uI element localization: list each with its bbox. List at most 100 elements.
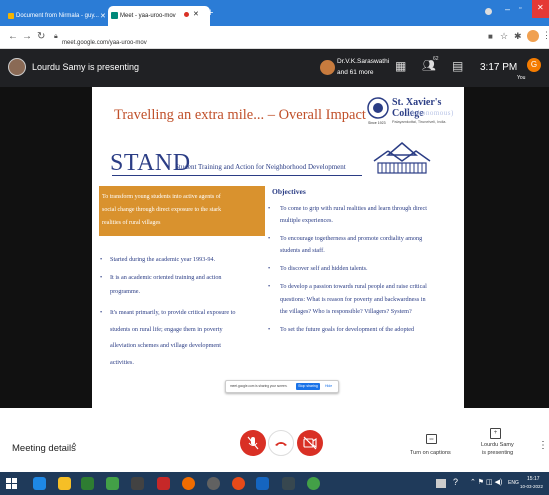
taskbar-date[interactable]: 10-03-2022 — [520, 484, 543, 489]
presenting-label-line1: Lourdu Samy — [481, 442, 514, 448]
presenter-label: Lourdu Samy is presenting — [32, 62, 140, 72]
minimize-icon[interactable]: – — [505, 4, 510, 14]
meet-header: Lourdu Samy is presenting Dr.V.K.Saraswa… — [0, 49, 549, 87]
meeting-controls-bar: Meeting details ^ cc Turn on captions + … — [0, 408, 549, 472]
bullet-line: It's meant primarily, to provide critica… — [110, 309, 236, 316]
meet-icon — [111, 12, 118, 19]
camera-toggle-button[interactable] — [297, 430, 323, 456]
hangup-button[interactable] — [268, 430, 294, 456]
mic-off-icon — [247, 436, 259, 450]
bullet-line: activities. — [110, 358, 134, 366]
list-item: • To set the future goals for developmen… — [268, 324, 460, 336]
list-item: • It is an academic oriented training an… — [100, 271, 270, 299]
back-icon[interactable]: ← — [8, 31, 18, 42]
language-indicator[interactable]: ENG — [508, 480, 519, 486]
forward-icon[interactable]: → — [22, 31, 32, 42]
doc-icon — [8, 13, 14, 19]
captions-icon[interactable]: cc — [426, 434, 437, 444]
self-avatar: G — [527, 58, 541, 72]
college-sub: (Autonomous) — [407, 109, 454, 117]
close-tab-icon[interactable]: ✕ — [100, 12, 106, 20]
app-icon[interactable] — [131, 477, 144, 490]
objective-line: To discover self and hidden talents. — [280, 265, 368, 272]
url-text[interactable]: meet.google.com/yaa-uroo-mov — [62, 40, 147, 46]
keyboard-icon[interactable] — [436, 479, 446, 488]
present-icon[interactable]: + — [490, 428, 501, 439]
college-place: Palayamkottai, Tirunelveli, India. — [392, 120, 447, 124]
list-item: • It's meant primarily, to provide criti… — [100, 305, 270, 371]
stand-underline — [112, 175, 362, 176]
list-item: • To encourage togetherness and promote … — [268, 233, 460, 257]
list-item: • To discover self and hidden talents. — [268, 263, 460, 275]
bullet-line: It is an academic oriented training and … — [110, 274, 222, 281]
tray-icons[interactable]: ⌃ ⚑ ◫ ◀) — [470, 478, 502, 486]
help-icon[interactable]: ? — [453, 477, 458, 487]
village-logo-icon — [373, 142, 431, 174]
meeting-details-label[interactable]: Meeting details — [12, 443, 76, 454]
reload-icon[interactable]: ↻ — [37, 31, 45, 42]
hide-notice-button[interactable]: Hide — [325, 384, 332, 388]
participant-count-badge: 62 — [433, 56, 439, 62]
bullet-line: alleviation schemes and village developm… — [110, 342, 221, 349]
stand-expansion: Student Training and Action for Neighbor… — [175, 163, 346, 171]
list-item: • Started during the academic year 1993-… — [100, 255, 270, 265]
chrome-icon[interactable] — [307, 477, 320, 490]
clock-time: 3:17 PM — [480, 62, 518, 73]
close-meet-tab-icon[interactable]: ✕ — [193, 10, 199, 18]
objective-line: To develop a passion towards rural peopl… — [280, 283, 427, 290]
star-icon[interactable]: ☆ — [500, 31, 508, 42]
mission-highlight-box: To transform young students into active … — [99, 186, 265, 236]
folder-icon[interactable] — [58, 477, 71, 490]
extensions-icon[interactable]: ✱ — [514, 31, 522, 42]
presenting-label-line2: is presenting — [482, 450, 514, 456]
taskbar-time[interactable]: 15:17 — [527, 476, 540, 482]
chat-icon[interactable]: ▤ — [452, 59, 463, 73]
chevron-up-icon[interactable]: ^ — [72, 441, 76, 451]
objective-line: To come to grip with rural realities and… — [280, 205, 427, 212]
college-crest-icon — [367, 97, 389, 119]
word-icon[interactable] — [256, 477, 269, 490]
bullet-line: Started during the academic year 1993-94… — [110, 256, 216, 263]
screen-share-notice: meet.google.com is sharing your screen. … — [225, 380, 339, 393]
app-icon[interactable] — [81, 477, 94, 490]
maximize-icon[interactable]: ▫ — [519, 5, 521, 12]
hangup-icon — [275, 442, 287, 446]
stop-sharing-button[interactable]: Stop sharing — [296, 383, 320, 390]
camera-site-icon[interactable]: ■ — [488, 32, 493, 41]
bullet-line: students on rural life; engage them in p… — [110, 325, 223, 333]
slide-title: Travelling an extra mile... – Overall Im… — [114, 107, 366, 123]
shared-slide: Travelling an extra mile... – Overall Im… — [92, 87, 464, 408]
objective-line: multiple experiences. — [280, 217, 333, 224]
new-tab-icon[interactable]: + — [207, 7, 213, 19]
participants-label-line2: and 61 more — [337, 69, 374, 76]
app-icon[interactable] — [232, 477, 245, 490]
menu-icon[interactable]: ⋮ — [542, 30, 549, 41]
mic-toggle-button[interactable] — [240, 430, 266, 456]
edge-icon[interactable] — [33, 477, 46, 490]
app-icon[interactable] — [282, 477, 295, 490]
share-notice-text: meet.google.com is sharing your screen. — [230, 384, 288, 388]
objective-line: the villages? Who is responsible? Villag… — [280, 308, 412, 315]
app-icon[interactable] — [157, 477, 170, 490]
layout-grid-icon[interactable]: ▦ — [395, 59, 406, 73]
lock-icon: 🔒︎ — [54, 33, 58, 40]
tab-document-label: Document from Nirmala - guy... — [16, 13, 99, 19]
app-icon[interactable] — [106, 477, 119, 490]
app-icon[interactable] — [207, 477, 220, 490]
app-icon[interactable] — [182, 477, 195, 490]
camera-off-icon — [303, 436, 317, 450]
close-window-button[interactable]: ✕ — [532, 0, 549, 18]
more-options-icon[interactable]: ⋮ — [538, 440, 548, 451]
objectives-list: • To come to grip with rural realities a… — [268, 203, 460, 336]
windows-start-icon[interactable] — [6, 478, 17, 489]
account-avatar[interactable] — [527, 30, 539, 42]
tab-document[interactable]: Document from Nirmala - guy... — [6, 6, 112, 26]
objective-line: students and staff. — [280, 247, 325, 254]
participants-label-line1: Dr.V.K.Saraswathi — [337, 58, 390, 65]
profile-icon[interactable] — [485, 8, 492, 15]
list-item: • To develop a passion towards rural peo… — [268, 281, 460, 319]
objectives-heading: Objectives — [272, 187, 306, 196]
os-taskbar: ? ⌃ ⚑ ◫ ◀) ENG 15:17 10-03-2022 — [0, 472, 549, 495]
recording-dot-icon — [184, 12, 189, 17]
captions-label[interactable]: Turn on captions — [410, 450, 451, 456]
